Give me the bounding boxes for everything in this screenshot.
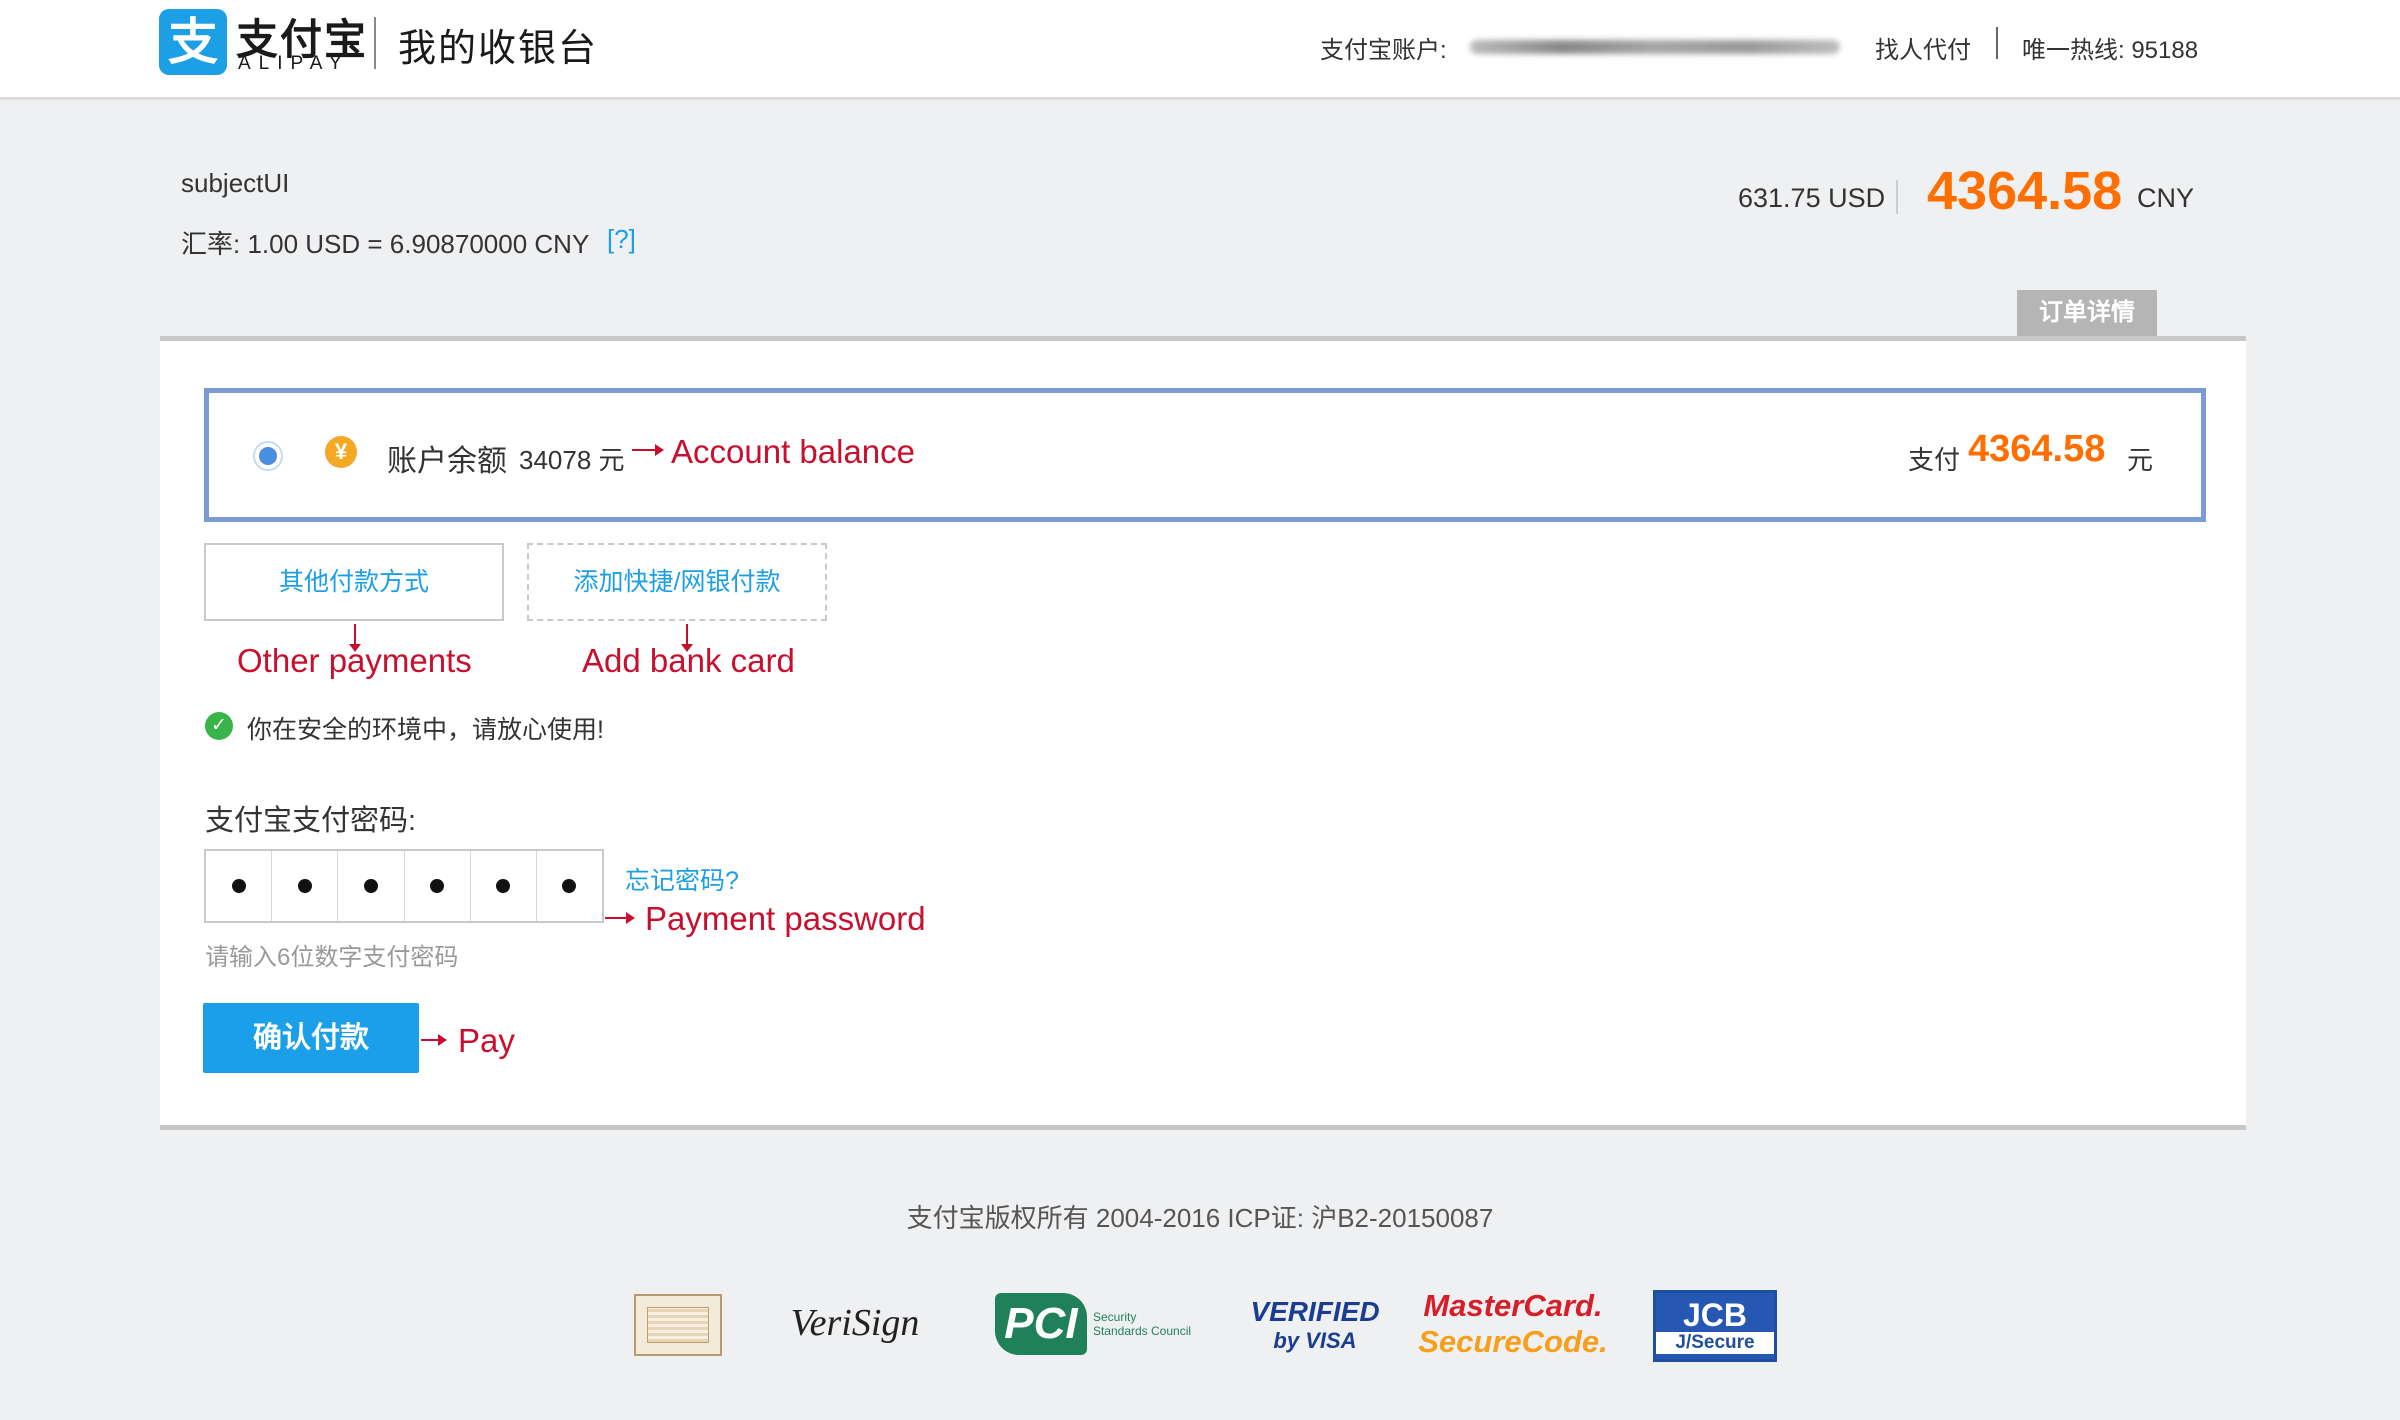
forgot-password-link[interactable]: 忘记密码? (625, 861, 739, 897)
rate-help-link[interactable]: [?] (607, 224, 636, 255)
mastercard-securecode-badge[interactable]: MasterCard. SecureCode. (1418, 1288, 1608, 1359)
annotation-account-balance: Account balance (671, 433, 916, 470)
password-digit (405, 851, 471, 921)
annotation-other-payments: Other payments (237, 642, 472, 679)
proxy-pay-link[interactable]: 找人代付 (1875, 30, 1971, 65)
amount-cny: 4364.58 (1927, 161, 2123, 221)
verified-by-visa-badge[interactable]: VERIFIED by VISA (1250, 1293, 1379, 1357)
alipay-logo-icon[interactable]: 支 (159, 9, 227, 75)
visa-line1: VERIFIED (1250, 1296, 1380, 1327)
arrow-right-icon (605, 912, 635, 924)
copyright-text: 支付宝版权所有 2004-2016 ICP证: 沪B2-20150087 (906, 1203, 1494, 1233)
order-detail-tab[interactable]: 订单详情 (2017, 290, 2157, 336)
pay-amount: 4364.58 (1968, 428, 2106, 470)
annotation-add-bank-card: Add bank card (582, 642, 795, 679)
pay-unit: 元 (2127, 445, 2154, 475)
verisign-badge[interactable]: VeriSign (780, 1290, 930, 1356)
balance-amount: 34078 元 (519, 445, 625, 475)
password-label: 支付宝支付密码: (205, 805, 417, 837)
certificate-badge-icon[interactable] (634, 1294, 722, 1356)
payment-password-input[interactable] (204, 849, 604, 923)
arrow-right-icon (632, 444, 664, 456)
jcb-line2: J/Secure (1656, 1332, 1774, 1354)
password-digit (206, 851, 273, 921)
account-label: 支付宝账户: (1320, 37, 1447, 64)
pay-label: 支付 (1908, 445, 1961, 475)
password-digit (471, 851, 537, 921)
jcb-jsecure-badge[interactable]: JCB J/Secure (1653, 1290, 1777, 1362)
other-payments-button[interactable]: 其他付款方式 (204, 543, 504, 621)
amount-currency: CNY (2137, 183, 2195, 213)
yuan-coin-icon: ¥ (325, 436, 357, 468)
pci-subtitle: Security Standards Council (1093, 1310, 1191, 1338)
balance-label: 账户余额 (387, 445, 507, 478)
hotline-text: 唯一热线: 95188 (2022, 37, 2199, 64)
pci-logo-icon: PCI (994, 1293, 1087, 1355)
balance-radio-button[interactable] (253, 441, 283, 471)
annotation-pay: Pay (458, 1022, 515, 1059)
exchange-rate: 汇率: 1.00 USD = 6.90870000 CNY (181, 229, 590, 259)
certificate-document-icon (647, 1307, 709, 1343)
password-digit (537, 851, 602, 921)
confirm-payment-button[interactable]: 确认付款 (203, 1003, 419, 1073)
pci-subtitle-line2: Standards Council (1092, 1324, 1192, 1338)
check-circle-icon: ✓ (205, 712, 233, 740)
visa-line2: by VISA (1273, 1328, 1357, 1353)
annotation-payment-password: Payment password (645, 900, 926, 937)
radio-selected-dot (259, 447, 277, 465)
amount-separator (1896, 180, 1898, 214)
arrow-right-icon (421, 1034, 447, 1046)
password-digit (272, 851, 339, 921)
pci-badge[interactable]: PCI Security Standards Council (988, 1290, 1198, 1358)
header-divider (374, 17, 376, 69)
page-title: 我的收银台 (398, 28, 599, 70)
account-name-redacted (1470, 40, 1840, 54)
password-hint: 请输入6位数字支付密码 (205, 944, 459, 971)
add-bank-card-button[interactable]: 添加快捷/网银付款 (527, 543, 827, 621)
mc-line2: SecureCode. (1418, 1324, 1608, 1359)
header-separator (1996, 27, 1998, 59)
amount-usd: 631.75 USD (1738, 183, 1886, 213)
jcb-line1: JCB (1682, 1297, 1747, 1333)
logo-wordmark-en: ALIPAY (238, 53, 350, 74)
password-digit (338, 851, 405, 921)
mc-line1: MasterCard. (1423, 1288, 1603, 1323)
pci-subtitle-line1: Security (1092, 1310, 1137, 1324)
security-notice: 你在安全的环境中，请放心使用! (247, 716, 604, 744)
order-subject: subjectUI (181, 168, 290, 198)
